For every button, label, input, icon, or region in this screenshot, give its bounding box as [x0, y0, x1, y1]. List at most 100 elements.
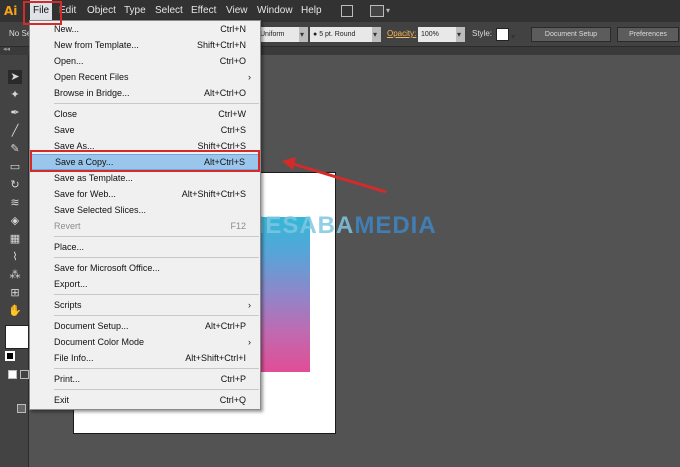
menu-item-shortcut: Shift+Ctrl+N — [196, 40, 246, 50]
file-menu-dropdown: New... Ctrl+N New from Template... Shift… — [29, 20, 261, 410]
menu-item-label: Save for Microsoft Office... — [54, 263, 160, 273]
menu-item-label: File Info... — [54, 353, 94, 363]
chevron-down-icon[interactable]: ▾ — [386, 6, 390, 15]
selection-status: No Se — [9, 29, 32, 38]
menu-select[interactable]: Select — [155, 0, 183, 22]
menu-item-label: New from Template... — [54, 40, 139, 50]
menu-item-label: Export... — [54, 279, 88, 289]
watermark-part2: MEDIA — [354, 212, 437, 239]
brush-dropdown[interactable] — [372, 27, 381, 42]
shape-builder-icon[interactable]: ◈ — [8, 214, 22, 228]
preferences-button[interactable]: Preferences — [617, 27, 679, 42]
menu-window[interactable]: Window — [257, 0, 293, 22]
submenu-arrow-icon: › — [248, 300, 251, 310]
color-mode-icon[interactable] — [8, 370, 17, 379]
menu-item-label: Save Selected Slices... — [54, 205, 147, 215]
menu-item-export[interactable]: Export... — [30, 277, 260, 292]
opacity-dropdown[interactable] — [456, 27, 465, 42]
menu-item-new-from-template[interactable]: New from Template... Shift+Ctrl+N — [30, 38, 260, 53]
style-swatch[interactable] — [496, 28, 509, 41]
menu-type[interactable]: Type — [124, 0, 146, 22]
fill-color-swatch[interactable] — [5, 325, 29, 349]
stroke-profile-dropdown[interactable] — [299, 27, 308, 42]
gradient-mode-icon[interactable] — [20, 370, 29, 379]
menu-item-save[interactable]: Save Ctrl+S — [30, 123, 260, 138]
selection-tool-icon[interactable]: ➤ — [8, 70, 22, 84]
menu-bar: Ai File Edit Object Type Select Effect V… — [0, 0, 680, 22]
line-tool-icon[interactable]: ╱ — [8, 124, 22, 138]
menu-item-document-setup[interactable]: Document Setup... Alt+Ctrl+P — [30, 319, 260, 334]
menu-item-save-for-ms-office[interactable]: Save for Microsoft Office... — [30, 261, 260, 276]
menu-separator — [54, 103, 259, 104]
annotation-arrow-icon — [282, 157, 387, 194]
menu-object[interactable]: Object — [87, 0, 116, 22]
brush-select[interactable]: ● 5 pt. Round — [310, 27, 372, 42]
hand-tool-icon[interactable]: ✋ — [8, 304, 22, 318]
menu-item-new[interactable]: New... Ctrl+N — [30, 22, 260, 37]
paintbrush-icon[interactable]: ✎ — [8, 142, 22, 156]
stroke-color-swatch[interactable] — [5, 351, 15, 361]
bridge-icon[interactable] — [341, 5, 353, 17]
arrange-documents-icon[interactable] — [370, 5, 384, 17]
warp-tool-icon[interactable]: ≋ — [8, 196, 22, 210]
menu-separator — [54, 236, 259, 237]
menu-separator — [54, 315, 259, 316]
menu-item-browse-bridge[interactable]: Browse in Bridge... Alt+Ctrl+O — [30, 86, 260, 101]
menu-item-scripts[interactable]: Scripts › — [30, 298, 260, 313]
menu-separator — [54, 368, 259, 369]
pen-tool-icon[interactable]: ✒ — [8, 106, 22, 120]
screen-mode-icon[interactable] — [17, 404, 26, 413]
menu-effect[interactable]: Effect — [191, 0, 216, 22]
style-label: Style: — [472, 29, 493, 38]
menu-separator — [54, 389, 259, 390]
menu-item-label: Save — [54, 125, 75, 135]
opacity-input[interactable]: 100% — [418, 27, 456, 42]
menu-item-revert[interactable]: Revert F12 — [30, 219, 260, 234]
menu-item-save-selected-slices[interactable]: Save Selected Slices... — [30, 203, 260, 218]
style-dropdown[interactable] — [510, 29, 519, 44]
menu-item-save-for-web[interactable]: Save for Web... Alt+Shift+Ctrl+S — [30, 187, 260, 202]
menu-item-document-color-mode[interactable]: Document Color Mode › — [30, 335, 260, 350]
symbol-sprayer-icon[interactable]: ⁂ — [8, 268, 22, 282]
rotate-tool-icon[interactable]: ↻ — [8, 178, 22, 192]
submenu-arrow-icon: › — [248, 72, 251, 82]
menu-item-label: Browse in Bridge... — [54, 88, 130, 98]
menu-item-label: Print... — [54, 374, 81, 384]
menu-item-close[interactable]: Close Ctrl+W — [30, 107, 260, 122]
menu-item-print[interactable]: Print... Ctrl+P — [30, 372, 260, 387]
menu-separator — [54, 294, 259, 295]
submenu-arrow-icon: › — [248, 337, 251, 347]
menu-item-label: Close — [54, 109, 78, 119]
tools-panel: ➤ ✦ ✒ ╱ ✎ ▭ ↻ ≋ ◈ ▦ ⌇ ⁂ ⊞ ✋ — [0, 55, 29, 467]
menu-item-shortcut: Ctrl+O — [219, 56, 246, 66]
watercolor-image[interactable] — [260, 217, 310, 372]
menu-item-shortcut: Ctrl+N — [220, 24, 246, 34]
eyedropper-icon[interactable]: ⌇ — [8, 250, 22, 264]
menu-item-label: Place... — [54, 242, 85, 252]
menu-item-file-info[interactable]: File Info... Alt+Shift+Ctrl+I — [30, 351, 260, 366]
menu-item-exit[interactable]: Exit Ctrl+Q — [30, 393, 260, 408]
magic-wand-icon[interactable]: ✦ — [8, 88, 22, 102]
collapse-arrows-icon[interactable]: ◂◂ — [3, 45, 10, 53]
opacity-label[interactable]: Opacity: — [387, 29, 416, 38]
menu-view[interactable]: View — [226, 0, 248, 22]
menu-item-shortcut: Alt+Ctrl+P — [204, 321, 246, 331]
menu-item-shortcut: Alt+Ctrl+O — [203, 88, 246, 98]
graph-tool-icon[interactable]: ▦ — [8, 232, 22, 246]
document-setup-button[interactable]: Document Setup — [531, 27, 611, 42]
menu-item-shortcut: Alt+Shift+Ctrl+S — [181, 189, 246, 199]
eraser-icon[interactable]: ▭ — [8, 160, 22, 174]
menu-item-save-as-template[interactable]: Save as Template... — [30, 171, 260, 186]
artboard-tool-icon[interactable]: ⊞ — [8, 286, 22, 300]
menu-item-shortcut: Ctrl+W — [218, 109, 246, 119]
brush-label: 5 pt. Round — [319, 31, 356, 38]
menu-item-label: Revert — [54, 221, 81, 231]
menu-item-label: Open Recent Files — [54, 72, 129, 82]
menu-item-place[interactable]: Place... — [30, 240, 260, 255]
menu-help[interactable]: Help — [301, 0, 322, 22]
menu-item-open[interactable]: Open... Ctrl+O — [30, 54, 260, 69]
menu-item-label: Document Color Mode — [54, 337, 145, 347]
menu-item-shortcut: Alt+Shift+Ctrl+I — [185, 353, 246, 363]
menu-item-open-recent[interactable]: Open Recent Files › — [30, 70, 260, 85]
stroke-profile-select[interactable]: Uniform — [257, 27, 299, 42]
